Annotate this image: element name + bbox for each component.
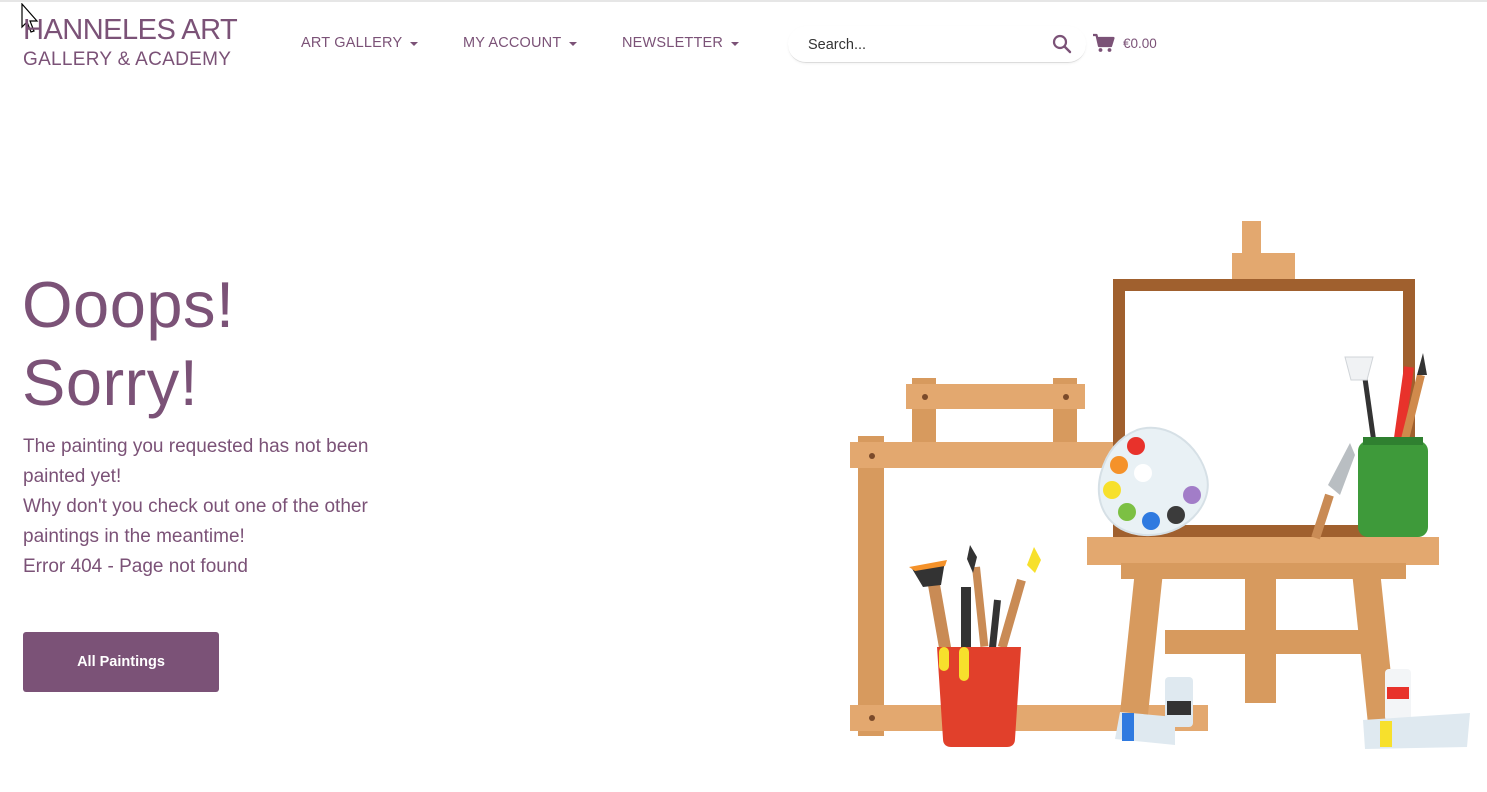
message-line: Why don't you check out one of the other… (23, 496, 368, 547)
caret-down-icon (569, 41, 578, 46)
cart-button[interactable]: €0.00 (1092, 33, 1157, 53)
search-icon[interactable] (1052, 34, 1072, 54)
shopping-cart-icon (1093, 33, 1115, 52)
headline-line-2: Sorry! (22, 346, 199, 419)
site-logo[interactable]: HANNELES ART GALLERY & ACADEMY (23, 12, 238, 72)
error-headline: Ooops! Sorry! (22, 266, 235, 422)
caret-down-icon (410, 41, 419, 46)
top-border (0, 0, 1487, 2)
nav-item-my-account[interactable]: MY ACCOUNT (463, 35, 578, 51)
logo-subtitle: GALLERY & ACADEMY (23, 49, 232, 70)
error-message: The painting you requested has not been … (23, 432, 433, 582)
nav-label: ART GALLERY (301, 35, 403, 51)
easel-illustration (850, 221, 1470, 749)
message-line: The painting you requested has not been … (23, 436, 369, 487)
logo-title: HANNELES ART (23, 14, 238, 46)
caret-down-icon (731, 41, 740, 46)
all-paintings-button[interactable]: All Paintings (23, 632, 219, 692)
paint-tubes-image (1115, 669, 1470, 749)
error-code-text: Error 404 - Page not found (23, 556, 248, 577)
search-input[interactable] (806, 34, 1040, 56)
headline-line-1: Ooops! (22, 268, 235, 341)
cart-total: €0.00 (1123, 35, 1157, 51)
nav-label: NEWSLETTER (622, 35, 724, 51)
nav-item-art-gallery[interactable]: ART GALLERY (301, 35, 419, 51)
nav-item-newsletter[interactable]: NEWSLETTER (622, 35, 740, 51)
search-box (788, 26, 1086, 63)
nav-label: MY ACCOUNT (463, 35, 562, 51)
